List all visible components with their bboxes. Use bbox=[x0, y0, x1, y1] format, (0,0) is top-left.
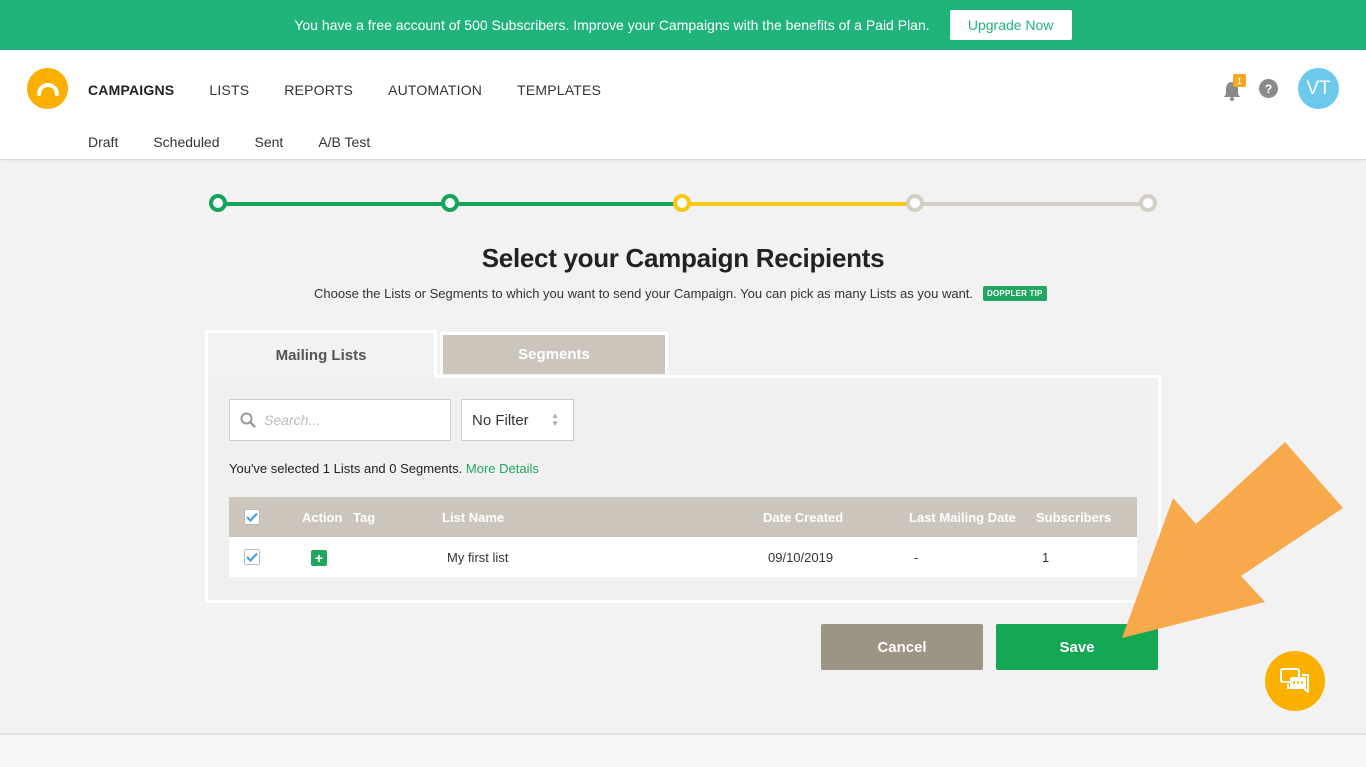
nav-lists[interactable]: LISTS bbox=[209, 82, 249, 98]
app-header: CAMPAIGNS LISTS REPORTS AUTOMATION TEMPL… bbox=[0, 50, 1366, 160]
chat-widget-button[interactable] bbox=[1265, 651, 1325, 711]
chat-icon bbox=[1280, 668, 1309, 693]
table-row[interactable]: + My first list 09/10/2019 - 1 bbox=[229, 537, 1137, 577]
step-dot-3 bbox=[673, 194, 691, 212]
promo-text: You have a free account of 500 Subscribe… bbox=[294, 17, 930, 33]
selection-summary-text: You've selected 1 Lists and 0 Segments. bbox=[229, 461, 463, 476]
table-header: Action Tag List Name Date Created Last M… bbox=[229, 497, 1137, 537]
step-line-4 bbox=[915, 202, 1148, 206]
col-list-name[interactable]: List Name bbox=[442, 510, 504, 525]
notification-badge: 1 bbox=[1233, 74, 1246, 87]
step-line-2 bbox=[450, 202, 682, 206]
subnav-scheduled[interactable]: Scheduled bbox=[153, 134, 219, 150]
selection-summary: You've selected 1 Lists and 0 Segments. … bbox=[229, 461, 539, 476]
doppler-logo[interactable] bbox=[27, 68, 68, 109]
tab-mailing-lists[interactable]: Mailing Lists bbox=[205, 330, 437, 378]
filter-value: No Filter bbox=[472, 411, 529, 429]
col-action: Action bbox=[302, 510, 343, 525]
page-subtitle: Choose the Lists or Segments to which yo… bbox=[314, 286, 974, 301]
upgrade-now-button[interactable]: Upgrade Now bbox=[949, 10, 1072, 40]
select-all-checkbox[interactable] bbox=[244, 509, 260, 525]
step-dot-5 bbox=[1139, 194, 1157, 212]
nav-automation[interactable]: AUTOMATION bbox=[388, 82, 482, 98]
nav-campaigns[interactable]: CAMPAIGNS bbox=[88, 82, 174, 98]
help-icon[interactable]: ? bbox=[1259, 79, 1278, 98]
cell-last-mailing: - bbox=[914, 550, 919, 565]
col-last-mailing[interactable]: Last Mailing Date bbox=[909, 510, 1016, 525]
filter-select[interactable]: No Filter ▲ ▼ bbox=[461, 399, 574, 441]
doppler-tip-badge[interactable]: DOPPLER TIP bbox=[983, 286, 1047, 301]
subnav-ab-test[interactable]: A/B Test bbox=[318, 134, 370, 150]
page-subtitle-row: Choose the Lists or Segments to which yo… bbox=[314, 286, 1047, 301]
col-date-created[interactable]: Date Created bbox=[763, 510, 843, 525]
search-placeholder: Search... bbox=[264, 412, 321, 428]
step-dot-2 bbox=[441, 194, 459, 212]
tab-segments[interactable]: Segments bbox=[440, 332, 668, 374]
col-tag: Tag bbox=[353, 510, 376, 525]
promo-banner: You have a free account of 500 Subscribe… bbox=[0, 0, 1366, 50]
step-dot-1 bbox=[209, 194, 227, 212]
more-details-link[interactable]: More Details bbox=[466, 461, 539, 476]
page-title: Select your Campaign Recipients bbox=[481, 243, 885, 273]
step-dot-4 bbox=[906, 194, 924, 212]
footer-strip bbox=[0, 733, 1366, 767]
cell-list-name: My first list bbox=[447, 550, 509, 565]
col-subscribers[interactable]: Subscribers bbox=[1036, 510, 1111, 525]
nav-templates[interactable]: TEMPLATES bbox=[517, 82, 601, 98]
search-icon bbox=[240, 412, 256, 428]
nav-reports[interactable]: REPORTS bbox=[284, 82, 353, 98]
cell-subscribers: 1 bbox=[1042, 550, 1050, 565]
add-action-icon[interactable]: + bbox=[311, 550, 327, 566]
check-icon bbox=[246, 512, 258, 522]
search-input[interactable]: Search... bbox=[229, 399, 451, 441]
cell-date-created: 09/10/2019 bbox=[768, 550, 834, 565]
step-line-3 bbox=[682, 202, 915, 206]
user-avatar[interactable]: VT bbox=[1298, 68, 1339, 109]
check-icon bbox=[246, 552, 258, 562]
row-checkbox[interactable] bbox=[244, 549, 260, 565]
main-nav: CAMPAIGNS LISTS REPORTS AUTOMATION TEMPL… bbox=[88, 82, 636, 98]
subnav-sent[interactable]: Sent bbox=[255, 134, 284, 150]
subnav-draft[interactable]: Draft bbox=[88, 134, 118, 150]
select-arrows-icon: ▲ ▼ bbox=[551, 411, 559, 428]
sub-nav: Draft Scheduled Sent A/B Test bbox=[88, 134, 405, 150]
logo-arc-icon bbox=[36, 82, 59, 96]
pointer-arrow-icon bbox=[1122, 442, 1343, 638]
step-line-1 bbox=[218, 202, 450, 206]
cancel-button[interactable]: Cancel bbox=[821, 624, 983, 670]
